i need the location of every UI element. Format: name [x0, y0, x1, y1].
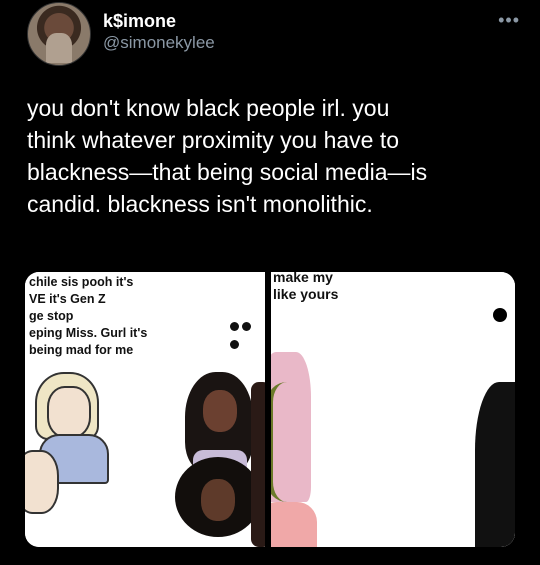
partial-person-illustration	[251, 382, 265, 547]
tweet-media[interactable]: chile sis pooh it's VE it's Gen Z ge sto…	[25, 272, 515, 547]
author-names: k$imone @simonekylee	[103, 11, 215, 55]
wojak-face-illustration	[25, 450, 59, 514]
meme-image-right[interactable]: make my like yours	[271, 272, 515, 547]
meme-caption-right: make my like yours	[273, 272, 339, 302]
avatar[interactable]	[27, 2, 91, 66]
typing-dots-icon	[230, 318, 265, 354]
meme-caption-left: chile sis pooh it's VE it's Gen Z ge sto…	[29, 275, 148, 357]
tweet-text: you don't know black people irl. you thi…	[27, 95, 428, 217]
dark-figure-illustration	[475, 382, 515, 547]
black-dot-icon	[493, 308, 507, 322]
afro-hair-person-illustration	[175, 457, 261, 547]
meme-image-left[interactable]: chile sis pooh it's VE it's Gen Z ge sto…	[25, 272, 271, 547]
author-display-name[interactable]: k$imone	[103, 11, 215, 31]
author-handle[interactable]: @simonekylee	[103, 31, 215, 55]
tweet-header: k$imone @simonekylee •••	[25, 2, 525, 66]
pink-hair-person-illustration	[271, 352, 331, 547]
more-options-icon[interactable]: •••	[498, 10, 520, 31]
